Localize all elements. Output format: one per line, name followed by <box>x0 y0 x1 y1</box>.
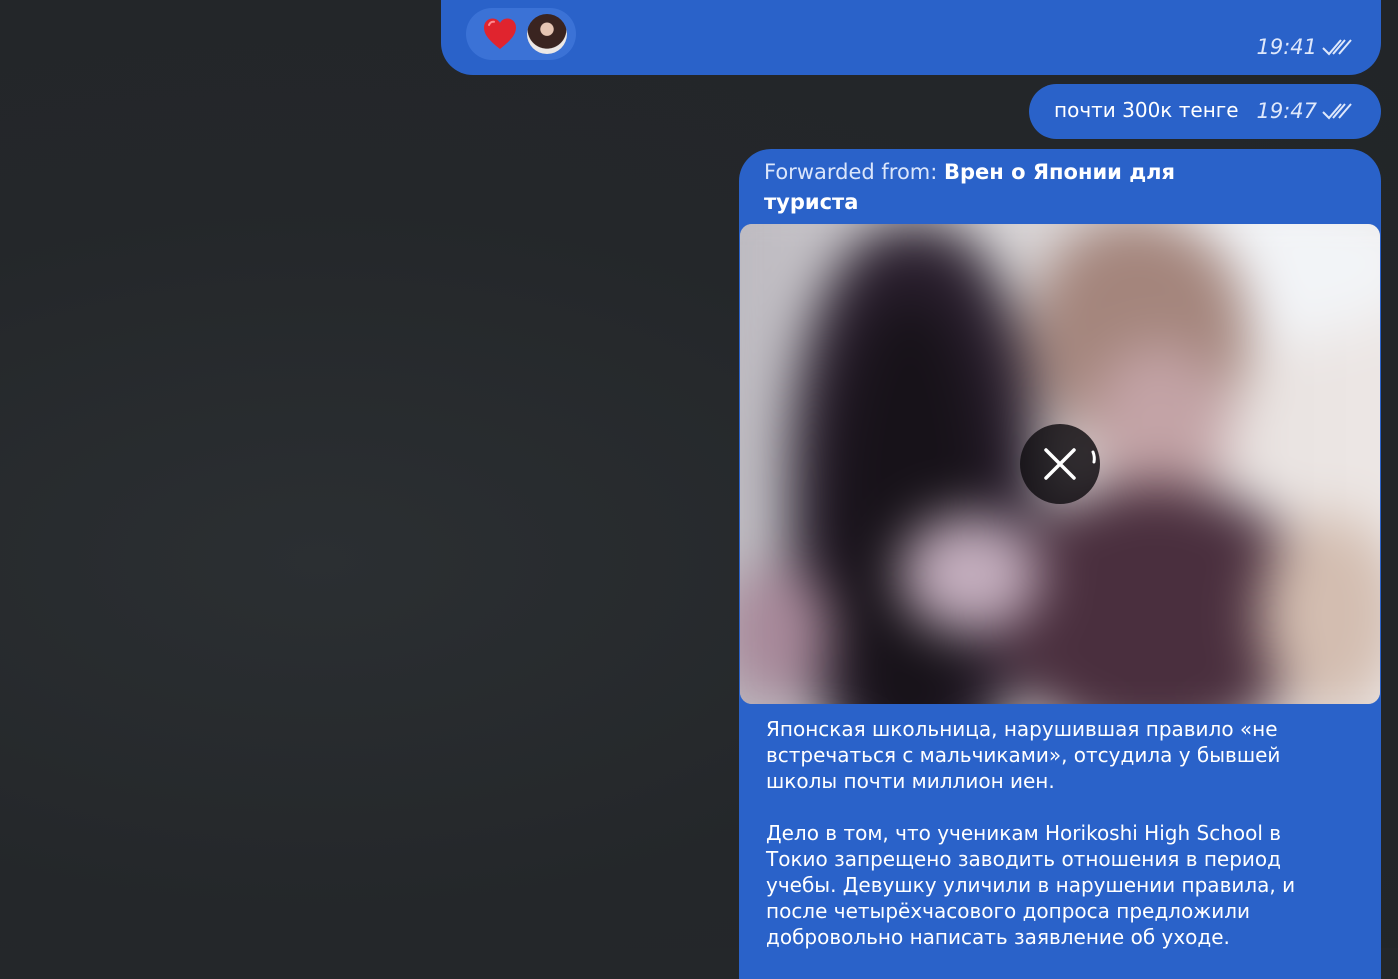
chat-area: 19:41 почти 300к тенге 19:47 Forwarded f… <box>0 0 1398 979</box>
reaction-pill[interactable] <box>466 8 576 60</box>
close-download-button[interactable] <box>1020 424 1100 504</box>
red-heart-icon <box>484 18 516 49</box>
message-caption: Японская школьница, нарушившая правило «… <box>766 716 1346 976</box>
double-check-icon <box>1322 103 1352 120</box>
message-bubble-2[interactable]: почти 300к тенге 19:47 <box>1029 84 1381 139</box>
message-bubble-1[interactable]: 19:41 <box>441 0 1381 75</box>
message-time: 19:41 <box>1256 35 1353 59</box>
time-label: 19:41 <box>1256 35 1317 59</box>
message-time: 19:47 <box>1256 99 1353 123</box>
forwarded-prefix: Forwarded from: <box>764 160 944 184</box>
forwarded-message-bubble[interactable]: Forwarded from: Врен о Японии для турист… <box>739 149 1381 979</box>
close-icon <box>1044 448 1096 480</box>
blurred-video-preview[interactable] <box>740 224 1380 704</box>
double-check-icon <box>1322 39 1352 56</box>
caption-paragraph: Японская школьница, нарушившая правило «… <box>766 717 1281 793</box>
reactor-avatar[interactable] <box>527 14 567 54</box>
forwarded-header[interactable]: Forwarded from: Врен о Японии для турист… <box>764 157 1234 217</box>
message-text: почти 300к тенге <box>1054 98 1239 122</box>
caption-paragraph: Дело в том, что ученикам Horikoshi High … <box>766 821 1296 949</box>
time-label: 19:47 <box>1256 99 1317 123</box>
